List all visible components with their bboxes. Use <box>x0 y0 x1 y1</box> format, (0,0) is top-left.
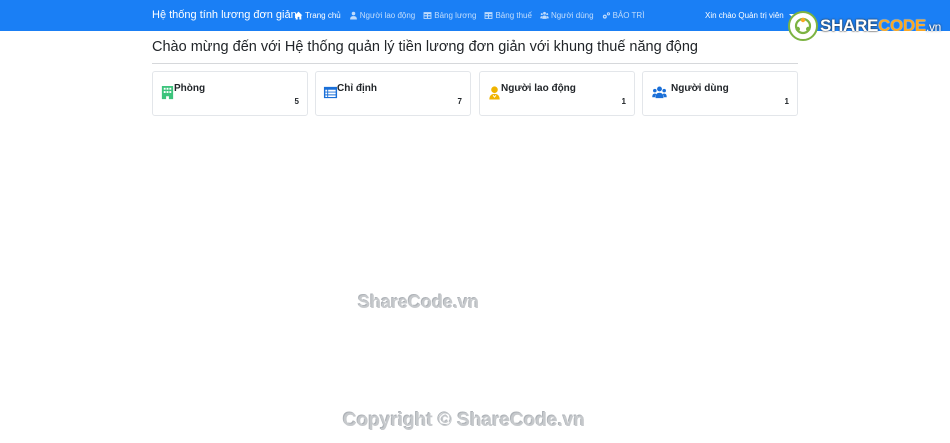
nav-item-label: Trang chủ <box>305 11 341 20</box>
table-icon <box>423 12 432 19</box>
nav-item-label: BẢO TRÌ <box>612 11 645 20</box>
logo-emblem-icon <box>788 11 818 41</box>
home-icon <box>294 11 303 20</box>
greeting-text: Xin chào Quản trị viên <box>705 11 784 20</box>
nav-item-home[interactable]: Trang chủ <box>294 11 341 20</box>
nav-item-label: Người lao động <box>359 11 416 20</box>
card-users[interactable]: Người dùng 1 <box>642 71 798 116</box>
gears-icon <box>602 12 610 19</box>
card-departments[interactable]: Phòng 5 <box>152 71 308 116</box>
watermark-copyright: Copyright © ShareCode.vn <box>343 410 586 431</box>
nav-item-label: Bảng lương <box>434 11 477 20</box>
watermark-center: ShareCode.vn <box>358 292 480 312</box>
logo-text: SHARECODE.vn <box>820 16 942 35</box>
card-count: 5 <box>294 97 299 106</box>
title-divider <box>152 63 798 64</box>
nav-item-employees[interactable]: Người lao động <box>349 11 416 20</box>
nav-item-label: Người dùng <box>550 11 594 20</box>
card-employees[interactable]: Người lao động 1 <box>479 71 635 116</box>
navbar-brand[interactable]: Hệ thống tính lương đơn giản <box>152 0 297 31</box>
users-icon <box>540 11 549 19</box>
summary-cards: Phòng 5 Chỉ định 7 Người lao động 1 Ngườ… <box>152 71 798 116</box>
sharecode-logo: SHARECODE.vn <box>788 9 941 43</box>
building-icon <box>161 85 174 100</box>
card-assignments[interactable]: Chỉ định 7 <box>315 71 471 116</box>
user-dropdown[interactable]: Xin chào Quản trị viên <box>705 0 795 31</box>
nav-item-payroll[interactable]: Bảng lương <box>423 11 476 20</box>
nav-item-tax[interactable]: Bảng thuế <box>484 11 532 20</box>
card-label: Người dùng <box>671 83 729 94</box>
nav-menu: Trang chủ Người lao động Bảng lương Bảng… <box>294 0 652 31</box>
nav-item-users[interactable]: Người dùng <box>540 11 594 20</box>
card-label: Người lao động <box>501 83 576 94</box>
worker-icon <box>489 86 500 100</box>
nav-item-label: Bảng thuế <box>495 11 532 20</box>
users-icon <box>652 86 667 99</box>
page-title: Chào mừng đến với Hệ thống quản lý tiền … <box>152 39 698 55</box>
user-icon <box>349 11 357 20</box>
card-count: 1 <box>621 97 626 106</box>
card-label: Chỉ định <box>337 83 377 94</box>
card-count: 7 <box>457 97 462 106</box>
nav-item-maintenance[interactable]: BẢO TRÌ <box>602 11 645 20</box>
table-icon <box>485 12 493 19</box>
card-label: Phòng <box>174 83 206 94</box>
card-count: 1 <box>784 97 789 106</box>
list-table-icon <box>323 86 338 99</box>
